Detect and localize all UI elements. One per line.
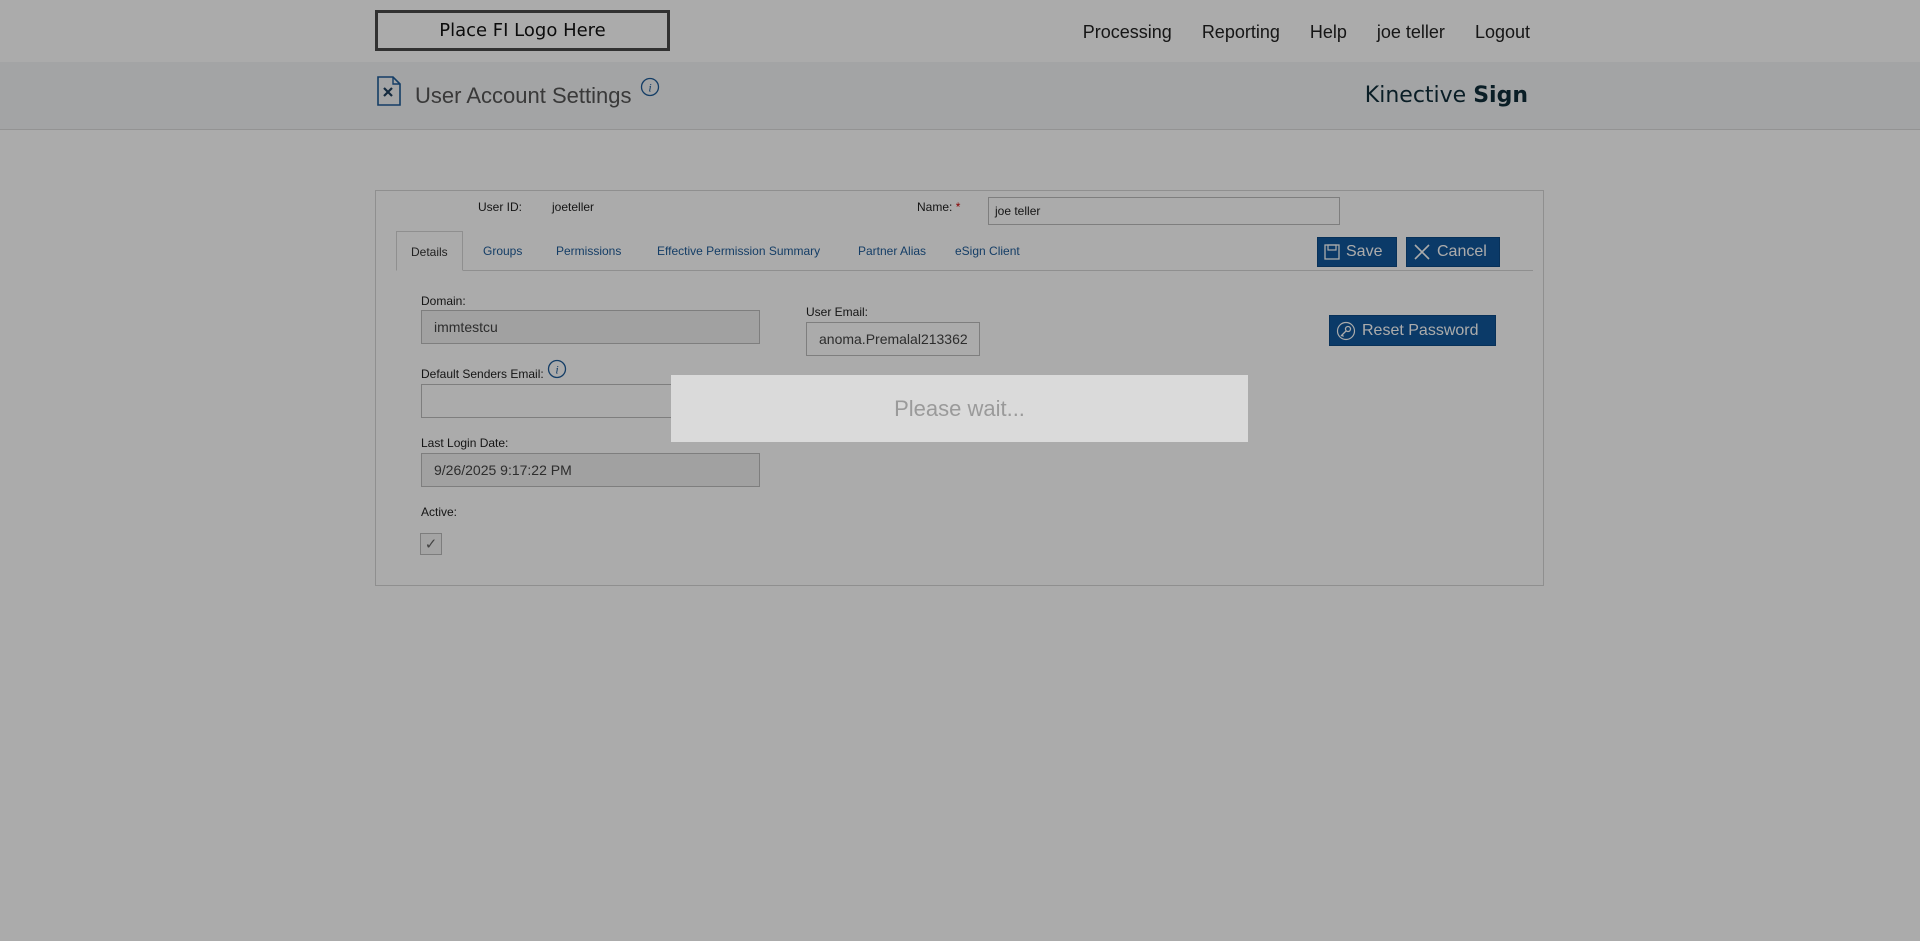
loading-overlay	[0, 0, 1920, 941]
please-wait-dialog: Please wait...	[671, 375, 1248, 442]
